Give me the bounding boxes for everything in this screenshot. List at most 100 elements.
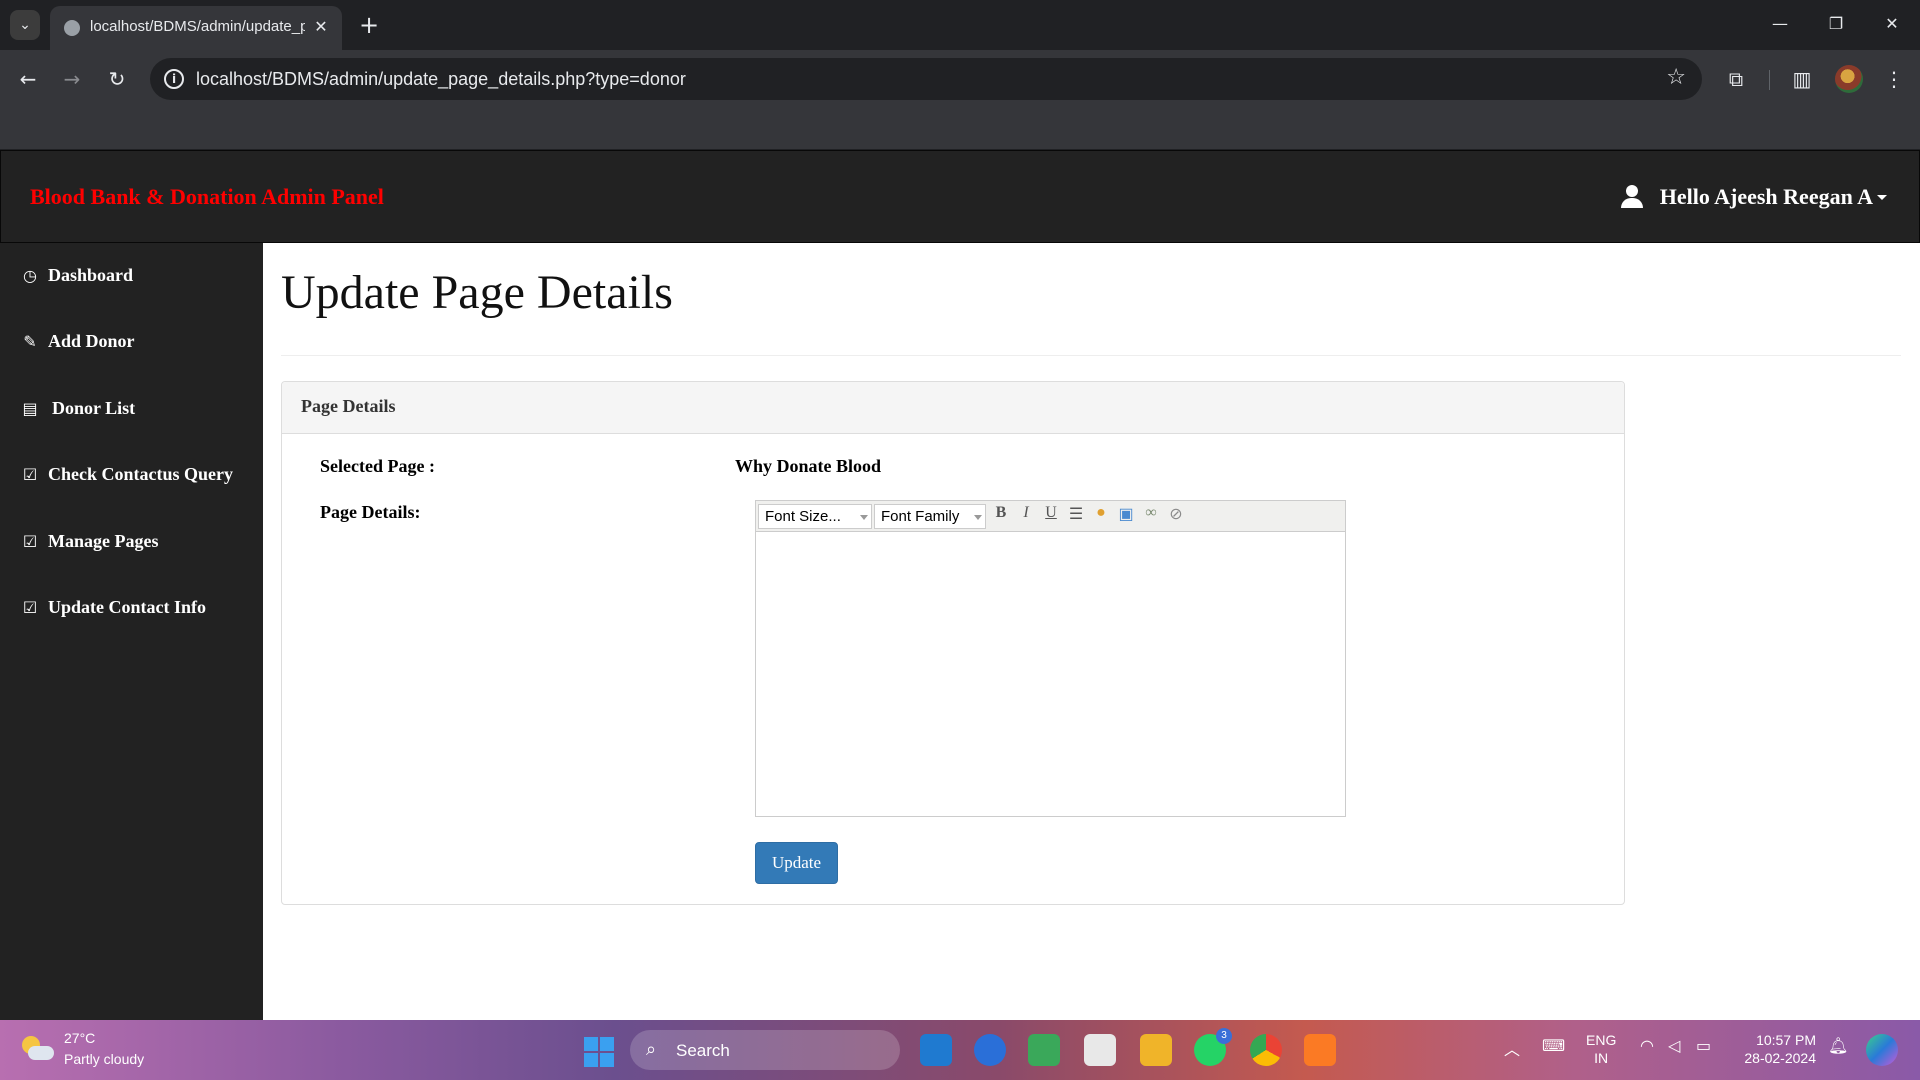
font-family-select[interactable]: Font Family xyxy=(874,503,986,529)
address-bar[interactable]: i localhost/BDMS/admin/update_page_detai… xyxy=(150,58,1702,100)
list-icon: ▤ xyxy=(22,399,38,418)
sidebar-item-label: Dashboard xyxy=(48,265,134,285)
weather-description[interactable]: Partly cloudy xyxy=(64,1051,144,1067)
region-code: IN xyxy=(1594,1050,1609,1066)
copilot-icon[interactable] xyxy=(1866,1034,1898,1066)
side-panel-icon[interactable]: ▥ xyxy=(1786,63,1818,95)
windows-start-icon[interactable] xyxy=(584,1037,614,1067)
browser-tabbar: ⌄ localhost/BDMS/admin/update_page_detai… xyxy=(0,0,1920,50)
search-label: Search xyxy=(676,1041,730,1060)
italic-icon[interactable]: I xyxy=(1014,504,1038,528)
browser-tab[interactable]: localhost/BDMS/admin/update_page_details… xyxy=(50,6,342,50)
user-greeting: Hello Ajeesh Reegan A xyxy=(1659,184,1873,209)
xampp-icon[interactable] xyxy=(1304,1034,1336,1066)
weather-temperature[interactable]: 27°C xyxy=(64,1030,95,1046)
profile-avatar[interactable] xyxy=(1835,65,1863,93)
tab-title: localhost/BDMS/admin/update_page_details… xyxy=(90,18,305,35)
copilot-app-icon[interactable] xyxy=(974,1034,1006,1066)
font-size-value: Font Size... xyxy=(765,507,841,525)
extensions-icon[interactable]: ⧉ xyxy=(1720,63,1752,95)
user-dropdown[interactable]: Hello Ajeesh Reegan A xyxy=(1620,184,1887,210)
volume-muted-icon[interactable]: ◁ xyxy=(1668,1036,1680,1055)
bookmark-star-icon[interactable]: ☆ xyxy=(1666,65,1686,90)
system-clock[interactable]: 10:57 PM 28-02-2024 xyxy=(1736,1031,1816,1067)
font-family-value: Font Family xyxy=(881,507,960,525)
link-icon[interactable]: ∞ xyxy=(1139,504,1163,528)
brand-title[interactable]: Blood Bank & Donation Admin Panel xyxy=(30,184,384,210)
dashboard-icon: ◷ xyxy=(23,266,37,285)
text-color-icon[interactable]: ● xyxy=(1089,504,1113,528)
edit-icon: ☑ xyxy=(22,598,38,617)
restore-button[interactable]: ❐ xyxy=(1808,8,1864,40)
bold-icon[interactable]: B xyxy=(989,504,1013,528)
back-button[interactable]: ← xyxy=(12,63,44,95)
reload-button[interactable]: ↻ xyxy=(101,63,133,95)
sidebar-item-dashboard[interactable]: ◷ Dashboard xyxy=(20,265,133,286)
edit-icon: ☑ xyxy=(22,532,38,551)
site-info-icon[interactable]: i xyxy=(164,69,184,89)
page-details-label: Page Details: xyxy=(320,502,421,522)
page-title: Update Page Details xyxy=(281,266,673,319)
minimize-button[interactable]: — xyxy=(1752,8,1808,40)
clock-time: 10:57 PM xyxy=(1756,1032,1816,1048)
notification-bell-icon[interactable]: 🔔︎ xyxy=(1828,1036,1848,1055)
notification-badge: 3 xyxy=(1216,1028,1232,1044)
close-window-button[interactable]: ✕ xyxy=(1864,8,1920,40)
main-content: Update Page Details Page Details Selecte… xyxy=(263,243,1920,1020)
keyboard-icon[interactable]: ⌨ xyxy=(1542,1036,1565,1055)
underline-icon[interactable]: U xyxy=(1039,504,1063,528)
chevron-up-icon[interactable]: ︿ xyxy=(1504,1036,1520,1060)
widgets-app-icon[interactable] xyxy=(1028,1034,1060,1066)
font-size-select[interactable]: Font Size... xyxy=(758,503,872,529)
image-icon[interactable]: ▣ xyxy=(1114,504,1138,528)
user-icon xyxy=(1620,185,1644,209)
list-icon[interactable]: ☰ xyxy=(1064,504,1088,528)
update-button[interactable]: Update xyxy=(755,842,838,884)
language-indicator[interactable]: ENG IN xyxy=(1586,1031,1616,1067)
sidebar-item-check-contactus-query[interactable]: ☑ Check Contactus Query xyxy=(20,464,233,485)
battery-icon[interactable]: ▭ xyxy=(1696,1036,1711,1055)
chevron-down-icon xyxy=(860,514,868,520)
windows-taskbar: 27°C Partly cloudy ⌕ Search 3 ︿ ⌨ ENG IN… xyxy=(0,1020,1920,1080)
close-tab-icon[interactable]: ✕ xyxy=(310,16,332,38)
bookmarks-bar xyxy=(0,108,1920,150)
sidebar-item-label: Manage Pages xyxy=(48,531,159,551)
tab-search-button[interactable]: ⌄ xyxy=(10,10,40,40)
admin-navbar: Blood Bank & Donation Admin Panel Hello … xyxy=(0,150,1920,243)
unlink-icon[interactable]: ⊘ xyxy=(1164,504,1188,528)
edit-icon: ☑ xyxy=(22,465,38,484)
menu-kebab-icon[interactable]: ⋮ xyxy=(1878,63,1910,95)
vscode-icon[interactable] xyxy=(920,1034,952,1066)
sidebar-item-update-contact-info[interactable]: ☑ Update Contact Info xyxy=(20,597,206,618)
sidebar-item-donor-list[interactable]: ▤ Donor List xyxy=(20,398,135,419)
chrome-icon[interactable] xyxy=(1250,1034,1282,1066)
web-page: Blood Bank & Donation Admin Panel Hello … xyxy=(0,150,1920,1020)
globe-icon xyxy=(64,20,80,36)
wifi-icon[interactable]: ◠ xyxy=(1640,1036,1654,1055)
page-details-panel: Page Details Selected Page : Why Donate … xyxy=(281,381,1625,905)
new-tab-button[interactable]: + xyxy=(354,10,384,40)
forward-button[interactable]: → xyxy=(56,63,88,95)
panel-heading: Page Details xyxy=(282,382,1624,434)
editor-toolbar: Font Size... Font Family B I U ☰ ● ▣ ∞ ⊘ xyxy=(756,501,1345,532)
sidebar: ◷ Dashboard ✎ Add Donor ▤ Donor List ☑ C… xyxy=(0,243,263,1020)
weather-partly-cloudy-icon[interactable] xyxy=(22,1036,54,1064)
sidebar-item-add-donor[interactable]: ✎ Add Donor xyxy=(20,331,135,352)
toolbar-divider xyxy=(1769,70,1770,90)
sidebar-item-label: Check Contactus Query xyxy=(48,464,233,484)
selected-page-value: Why Donate Blood xyxy=(735,456,882,476)
taskbar-search[interactable]: ⌕ Search xyxy=(630,1030,900,1070)
file-explorer-icon[interactable] xyxy=(1140,1034,1172,1066)
divider xyxy=(281,355,1901,356)
editor-content-area[interactable] xyxy=(756,532,1345,816)
url-text[interactable]: localhost/BDMS/admin/update_page_details… xyxy=(196,69,686,90)
caret-down-icon xyxy=(1877,194,1887,200)
whatsapp-icon[interactable]: 3 xyxy=(1194,1028,1232,1066)
selected-page-label: Selected Page : xyxy=(320,456,435,476)
search-icon: ⌕ xyxy=(646,1039,657,1060)
pencil-icon: ✎ xyxy=(23,332,37,351)
browser-toolbar: ← → ↻ i localhost/BDMS/admin/update_page… xyxy=(0,50,1920,108)
sidebar-item-label: Add Donor xyxy=(48,331,135,351)
microsoft-store-icon[interactable] xyxy=(1084,1034,1116,1066)
sidebar-item-manage-pages[interactable]: ☑ Manage Pages xyxy=(20,531,159,552)
